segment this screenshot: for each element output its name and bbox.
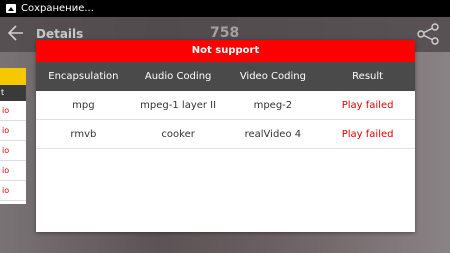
image-icon (6, 4, 16, 13)
header-number: 758 (210, 25, 240, 41)
cell-audio-coding: cooker (161, 128, 195, 140)
dialog-title: Not support (36, 40, 415, 62)
list-item[interactable]: io (0, 161, 26, 181)
back-arrow-icon[interactable] (6, 23, 26, 43)
background-list-panel: t io io io io io (0, 68, 26, 204)
cell-audio-coding: mpeg-1 layer II (140, 99, 217, 111)
cell-video-coding: mpeg-2 (253, 99, 293, 111)
list-item[interactable]: io (0, 141, 26, 161)
column-header-audio-coding: Audio Coding (144, 71, 212, 82)
cell-encapsulation: rmvb (70, 128, 97, 140)
list-item[interactable]: io (0, 121, 26, 141)
panel-accent-bar (0, 68, 26, 85)
not-support-dialog: Not support Encapsulation Audio Coding V… (36, 40, 415, 232)
list-item[interactable]: io (0, 181, 26, 201)
table-row: rmvb cooker realVideo 4 Play failed (36, 120, 415, 149)
cell-result: Play failed (341, 99, 394, 111)
status-text: Сохранение... (21, 3, 94, 14)
cell-video-coding: realVideo 4 (244, 128, 302, 140)
table-header: Encapsulation Audio Coding Video Coding … (36, 62, 415, 91)
column-header-result: Result (352, 71, 384, 82)
cell-encapsulation: mpg (72, 99, 95, 111)
panel-header: t (0, 85, 26, 101)
cell-result: Play failed (341, 128, 394, 140)
page-title: Details (36, 27, 84, 41)
table-row: mpg mpeg-1 layer II mpeg-2 Play failed (36, 91, 415, 120)
share-icon[interactable] (416, 22, 440, 46)
column-header-encapsulation: Encapsulation (48, 71, 119, 82)
list-item[interactable]: io (0, 101, 26, 121)
status-bar: Сохранение... (0, 0, 450, 17)
column-header-video-coding: Video Coding (239, 71, 306, 82)
